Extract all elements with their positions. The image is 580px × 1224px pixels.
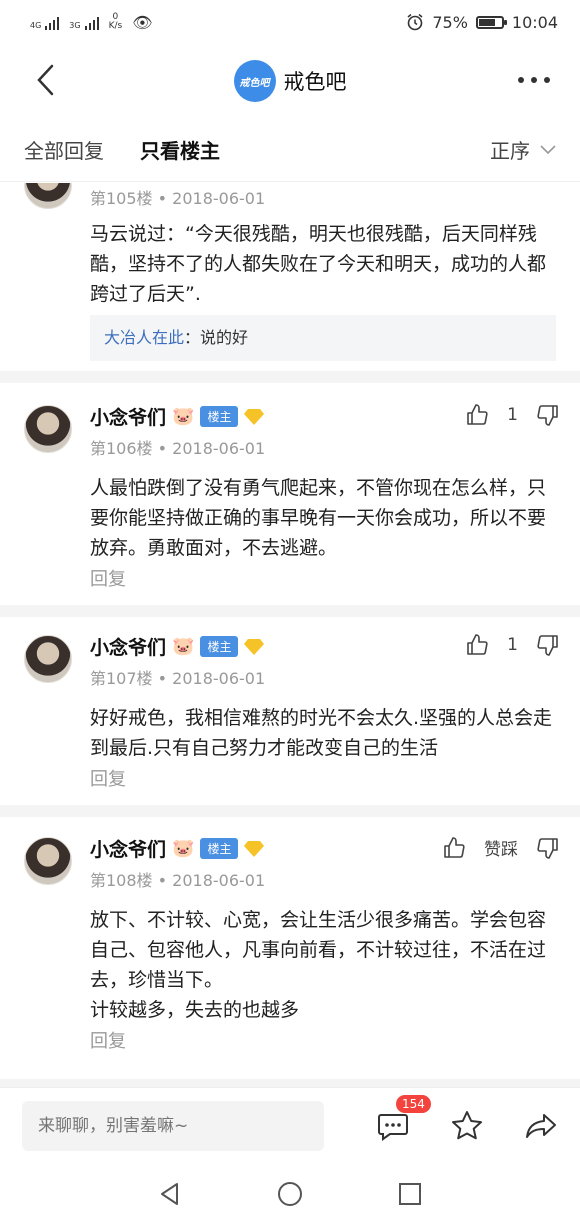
owner-badge: 楼主 bbox=[200, 636, 239, 657]
tab-all-replies[interactable]: 全部回复 bbox=[24, 135, 104, 164]
post-author: 小念爷们 🐷 楼主 bbox=[90, 403, 265, 430]
comments-button[interactable]: 154 bbox=[376, 1094, 431, 1143]
divider bbox=[0, 1079, 580, 1087]
vote-bar: 1 bbox=[465, 403, 560, 427]
sub-reply[interactable]: 大冶人在此：说的好 bbox=[90, 315, 556, 361]
reply-content: 人最怕跌倒了没有勇气爬起来，不管你现在怎么样，只要你能坚持做正确的事早晚有一天你… bbox=[90, 477, 547, 559]
sub-reply-text: 说的好 bbox=[200, 328, 249, 347]
signal-label-1: 4G bbox=[30, 21, 42, 30]
level-diamond-icon bbox=[244, 408, 265, 425]
reply-button[interactable]: 回复 bbox=[90, 565, 126, 591]
post-author: 小念爷们 🐷 楼主 bbox=[90, 633, 265, 660]
eye-icon: 👁 bbox=[132, 12, 153, 32]
vote-bar: 赞踩 bbox=[442, 835, 560, 860]
back-arrow-icon[interactable] bbox=[30, 62, 66, 98]
divider bbox=[0, 805, 580, 817]
forum-logo: 戒色吧 bbox=[233, 60, 276, 102]
nav-back-icon[interactable] bbox=[156, 1180, 184, 1208]
share-button[interactable] bbox=[524, 1109, 558, 1143]
username[interactable]: 小念爷们 bbox=[90, 633, 166, 660]
comment-count-badge: 154 bbox=[396, 1094, 431, 1113]
reply-post: 小念爷们 🐷 楼主 赞踩 第108楼 • 2018-06-01 放下、不计较、心… bbox=[0, 825, 580, 1075]
reply-post: 小念爷们 🐷 楼主 1 第107楼 • 2018-06-01 好好戒色，我相信难… bbox=[0, 623, 580, 803]
sort-label: 正序 bbox=[490, 139, 530, 163]
thumb-up-icon[interactable] bbox=[465, 633, 489, 657]
thumb-up-icon[interactable] bbox=[465, 403, 489, 427]
level-diamond-icon bbox=[244, 638, 265, 655]
avatar[interactable] bbox=[24, 837, 72, 885]
post-author: 小念爷们 🐷 楼主 bbox=[90, 835, 265, 862]
pig-emoji-icon: 🐷 bbox=[172, 406, 195, 427]
forum-title[interactable]: 戒色吧 戒色吧 bbox=[233, 60, 347, 102]
sort-dropdown[interactable]: 正序 bbox=[490, 135, 556, 164]
reply-feed: 第105楼 • 2018-06-01 马云说过：“今天很残酷，明天也很残酷，后天… bbox=[0, 183, 580, 1087]
bottom-bar: 154 bbox=[0, 1087, 580, 1163]
reply-button[interactable]: 回复 bbox=[90, 765, 126, 791]
chevron-down-icon bbox=[540, 144, 556, 154]
avatar[interactable] bbox=[24, 635, 72, 683]
nav-home-icon[interactable] bbox=[276, 1180, 304, 1208]
reply-tabs: 全部回复 只看楼主 正序 bbox=[0, 118, 580, 182]
status-right: 75% 10:04 bbox=[406, 13, 558, 32]
floor-date: 第108楼 • 2018-06-01 bbox=[90, 871, 266, 890]
divider bbox=[0, 371, 580, 383]
avatar[interactable] bbox=[24, 405, 72, 453]
username[interactable]: 小念爷们 bbox=[90, 835, 166, 862]
floor-date: 第107楼 • 2018-06-01 bbox=[90, 669, 266, 688]
sub-reply-author[interactable]: 大冶人在此 bbox=[104, 328, 184, 347]
nav-recents-icon[interactable] bbox=[396, 1180, 424, 1208]
forum-name: 戒色吧 bbox=[283, 70, 347, 94]
vote-bar: 1 bbox=[465, 633, 560, 657]
vote-label: 赞踩 bbox=[484, 840, 518, 860]
bottom-actions: 154 bbox=[376, 1094, 558, 1143]
comment-icon bbox=[378, 1113, 408, 1141]
share-icon bbox=[526, 1113, 556, 1138]
signal-icon-2: 3G bbox=[69, 14, 99, 30]
thumb-down-icon[interactable] bbox=[536, 836, 560, 860]
title-bar: 戒色吧 戒色吧 bbox=[0, 44, 580, 118]
net-speed: 0 K/s bbox=[109, 13, 123, 31]
net-speed-unit: K/s bbox=[108, 21, 123, 31]
divider bbox=[0, 605, 580, 617]
alarm-icon bbox=[407, 13, 423, 31]
more-icon[interactable] bbox=[516, 74, 552, 86]
reply-content-para-2: 计较越多，失去的也越多 bbox=[90, 999, 300, 1021]
battery-percent: 75% bbox=[432, 12, 468, 32]
reply-post: 小念爷们 🐷 楼主 1 第106楼 • 2018-06-01 人最怕跌倒了没有勇… bbox=[0, 393, 580, 603]
reply-button[interactable]: 回复 bbox=[90, 1027, 126, 1053]
signal-icon: 4G bbox=[30, 14, 60, 30]
reply-content-para-1: 放下、不计较、心宽，会让生活少很多痛苦。学会包容自己、包容他人，凡事向前看，不计… bbox=[90, 909, 547, 991]
sub-reply-sep: ： bbox=[184, 328, 201, 347]
favorite-button[interactable] bbox=[450, 1109, 484, 1143]
clock: 10:04 bbox=[511, 12, 558, 32]
battery-icon bbox=[475, 15, 507, 29]
like-count: 1 bbox=[507, 635, 518, 655]
floor-date: 第105楼 • 2018-06-01 bbox=[90, 189, 266, 208]
tab-owner-only[interactable]: 只看楼主 bbox=[140, 135, 220, 164]
like-count: 1 bbox=[507, 405, 518, 425]
level-diamond-icon bbox=[244, 840, 265, 857]
avatar[interactable] bbox=[24, 183, 72, 209]
floor-date: 第106楼 • 2018-06-01 bbox=[90, 439, 266, 458]
username[interactable]: 小念爷们 bbox=[90, 403, 166, 430]
status-left: 4G 3G 0 K/s 👁 bbox=[30, 13, 153, 32]
thumb-down-icon[interactable] bbox=[536, 403, 560, 427]
reply-content: 放下、不计较、心宽，会让生活少很多痛苦。学会包容自己、包容他人，凡事向前看，不计… bbox=[90, 905, 560, 1025]
owner-badge: 楼主 bbox=[200, 838, 239, 859]
reply-content: 好好戒色，我相信难熬的时光不会太久.坚强的人总会走到最后.只有自己努力才能改变自… bbox=[90, 707, 553, 759]
star-icon bbox=[452, 1110, 482, 1139]
thumb-down-icon[interactable] bbox=[536, 633, 560, 657]
reply-post: 第105楼 • 2018-06-01 马云说过：“今天很残酷，明天也很残酷，后天… bbox=[0, 183, 580, 361]
pig-emoji-icon: 🐷 bbox=[172, 636, 195, 657]
pig-emoji-icon: 🐷 bbox=[172, 838, 195, 859]
thumb-up-icon[interactable] bbox=[442, 836, 466, 860]
comment-input[interactable] bbox=[22, 1100, 324, 1151]
system-nav-bar bbox=[0, 1163, 580, 1224]
signal-label-2: 3G bbox=[69, 21, 81, 30]
owner-badge: 楼主 bbox=[200, 406, 239, 427]
status-bar: 4G 3G 0 K/s 👁 75% 10:04 bbox=[0, 0, 580, 44]
reply-content: 马云说过：“今天很残酷，明天也很残酷，后天同样残酷，坚持不了的人都失败在了今天和… bbox=[90, 223, 547, 305]
